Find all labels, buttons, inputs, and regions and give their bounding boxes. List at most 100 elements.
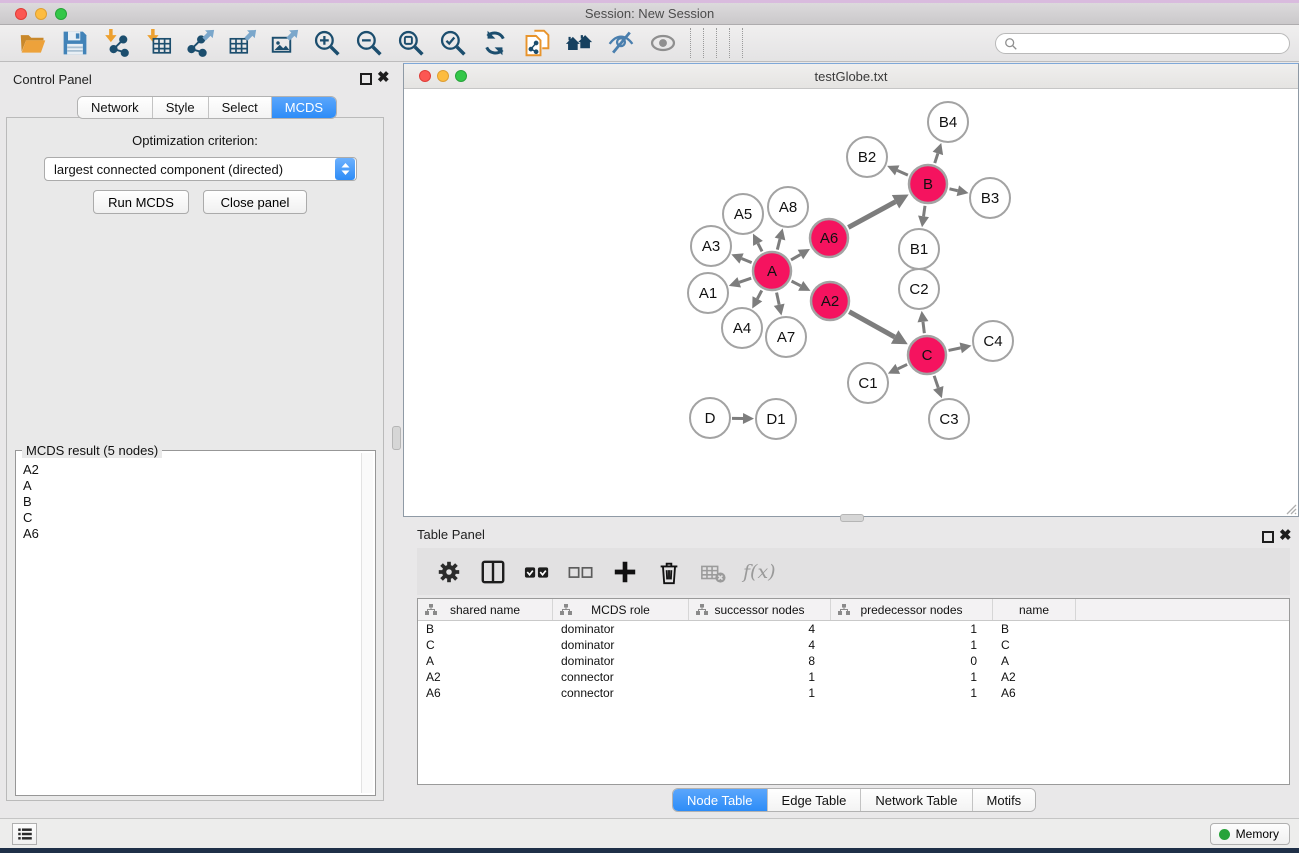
- tab-edge-table[interactable]: Edge Table: [768, 789, 862, 811]
- graph-edge-A6-B[interactable]: [848, 202, 895, 228]
- tab-network-table[interactable]: Network Table: [861, 789, 972, 811]
- table-close-panel-icon[interactable]: ✖: [1279, 528, 1292, 544]
- tab-motifs[interactable]: Motifs: [973, 789, 1036, 811]
- select-all-columns-button[interactable]: [519, 555, 555, 589]
- table-row[interactable]: A6connector11A6: [418, 685, 1289, 701]
- graph-edge-A-A6[interactable]: [791, 255, 800, 260]
- zoom-fit-button[interactable]: [390, 27, 432, 59]
- column-header-MCDS-role[interactable]: MCDS role: [553, 599, 689, 620]
- close-window-icon[interactable]: [15, 8, 27, 20]
- table-cell[interactable]: 1: [689, 669, 831, 685]
- table-cell[interactable]: B: [418, 621, 553, 637]
- mcds-result-item[interactable]: A: [18, 478, 361, 494]
- table-cell[interactable]: A6: [993, 685, 1076, 701]
- float-panel-icon[interactable]: [360, 73, 372, 85]
- show-column-panel-button[interactable]: [475, 555, 511, 589]
- column-header-shared-name[interactable]: shared name: [418, 599, 553, 620]
- mcds-result-item[interactable]: C: [18, 510, 361, 526]
- table-cell[interactable]: 4: [689, 621, 831, 637]
- tab-network[interactable]: Network: [78, 97, 153, 118]
- graph-edge-A-A4[interactable]: [757, 290, 761, 298]
- export-table-button[interactable]: [222, 27, 264, 59]
- search-input[interactable]: [1023, 37, 1281, 51]
- network-close-icon[interactable]: [419, 70, 431, 82]
- mcds-result-item[interactable]: A6: [18, 526, 361, 542]
- column-header-predecessor-nodes[interactable]: predecessor nodes: [831, 599, 993, 620]
- table-cell[interactable]: C: [418, 637, 553, 653]
- graph-edge-C-C1[interactable]: [898, 364, 907, 368]
- table-cell[interactable]: 1: [831, 621, 993, 637]
- zoom-out-button[interactable]: [348, 27, 390, 59]
- table-cell[interactable]: 4: [689, 637, 831, 653]
- graph-edge-A-A3[interactable]: [742, 259, 752, 263]
- table-cell[interactable]: dominator: [553, 637, 689, 653]
- network-minimize-icon[interactable]: [437, 70, 449, 82]
- horizontal-split-handle[interactable]: [840, 514, 864, 522]
- unselect-all-columns-button[interactable]: [563, 555, 599, 589]
- minimize-window-icon[interactable]: [35, 8, 47, 20]
- table-cell[interactable]: A2: [993, 669, 1076, 685]
- import-table-button[interactable]: [138, 27, 180, 59]
- table-cell[interactable]: 0: [831, 653, 993, 669]
- table-row[interactable]: Bdominator41B: [418, 621, 1289, 637]
- tab-mcds[interactable]: MCDS: [272, 97, 336, 118]
- table-row[interactable]: Cdominator41C: [418, 637, 1289, 653]
- table-cell[interactable]: A2: [418, 669, 553, 685]
- table-cell[interactable]: A: [418, 653, 553, 669]
- delete-column-button[interactable]: [651, 555, 687, 589]
- graph-edge-A-A1[interactable]: [739, 278, 751, 282]
- table-row[interactable]: A2connector11A2: [418, 669, 1289, 685]
- memory-button[interactable]: Memory: [1210, 823, 1290, 845]
- zoom-selected-button[interactable]: [432, 27, 474, 59]
- graph-edge-A-A2[interactable]: [792, 281, 801, 286]
- table-cell[interactable]: connector: [553, 669, 689, 685]
- apply-layout-button[interactable]: [474, 27, 516, 59]
- column-header-name[interactable]: name: [993, 599, 1076, 620]
- resize-grip-icon[interactable]: [1283, 501, 1297, 515]
- open-session-button[interactable]: [12, 27, 54, 59]
- main-titlebar[interactable]: Session: New Session: [0, 3, 1299, 25]
- network-maximize-icon[interactable]: [455, 70, 467, 82]
- run-mcds-button[interactable]: Run MCDS: [93, 190, 189, 214]
- vertical-split-handle[interactable]: [392, 426, 401, 450]
- graph-edge-C-C2[interactable]: [923, 322, 924, 333]
- mcds-result-item[interactable]: B: [18, 494, 361, 510]
- network-canvas[interactable]: AA1A2A3A4A5A6A7A8BB1B2B3B4CC1C2C3C4DD1: [404, 89, 1298, 516]
- hide-details-button[interactable]: [600, 27, 642, 59]
- duplicate-network-button[interactable]: [516, 27, 558, 59]
- table-row[interactable]: Adominator80A: [418, 653, 1289, 669]
- graph-edge-B-B4[interactable]: [935, 153, 938, 163]
- export-image-button[interactable]: [264, 27, 306, 59]
- table-cell[interactable]: 1: [689, 685, 831, 701]
- graph-edge-C-C3[interactable]: [934, 376, 938, 388]
- save-session-button[interactable]: [54, 27, 96, 59]
- close-panel-icon[interactable]: ✖: [377, 70, 390, 86]
- table-cell[interactable]: A: [993, 653, 1076, 669]
- show-panels-list-button[interactable]: [12, 823, 37, 845]
- table-float-panel-icon[interactable]: [1262, 531, 1274, 543]
- table-cell[interactable]: 1: [831, 669, 993, 685]
- result-list-scrollbar[interactable]: [361, 453, 373, 793]
- table-cell[interactable]: connector: [553, 685, 689, 701]
- export-network-button[interactable]: [180, 27, 222, 59]
- table-cell[interactable]: C: [993, 637, 1076, 653]
- graph-edge-B-B1[interactable]: [924, 206, 925, 217]
- table-settings-button[interactable]: [431, 555, 467, 589]
- graph-edge-A2-C[interactable]: [849, 312, 894, 337]
- criterion-dropdown[interactable]: largest connected component (directed): [44, 157, 357, 181]
- graph-edge-C-C4[interactable]: [949, 348, 961, 351]
- tab-style[interactable]: Style: [153, 97, 209, 118]
- network-window-titlebar[interactable]: testGlobe.txt: [404, 64, 1298, 89]
- table-cell[interactable]: 1: [831, 685, 993, 701]
- table-cell[interactable]: dominator: [553, 653, 689, 669]
- table-cell[interactable]: A6: [418, 685, 553, 701]
- create-column-button[interactable]: [607, 555, 643, 589]
- tab-node-table[interactable]: Node Table: [673, 789, 768, 811]
- first-neighbors-button[interactable]: [558, 27, 600, 59]
- import-network-button[interactable]: [96, 27, 138, 59]
- tab-select[interactable]: Select: [209, 97, 272, 118]
- close-panel-button[interactable]: Close panel: [203, 190, 307, 214]
- graph-edge-A-A7[interactable]: [777, 293, 780, 305]
- column-header-successor-nodes[interactable]: successor nodes: [689, 599, 831, 620]
- graph-edge-A-A8[interactable]: [777, 239, 780, 250]
